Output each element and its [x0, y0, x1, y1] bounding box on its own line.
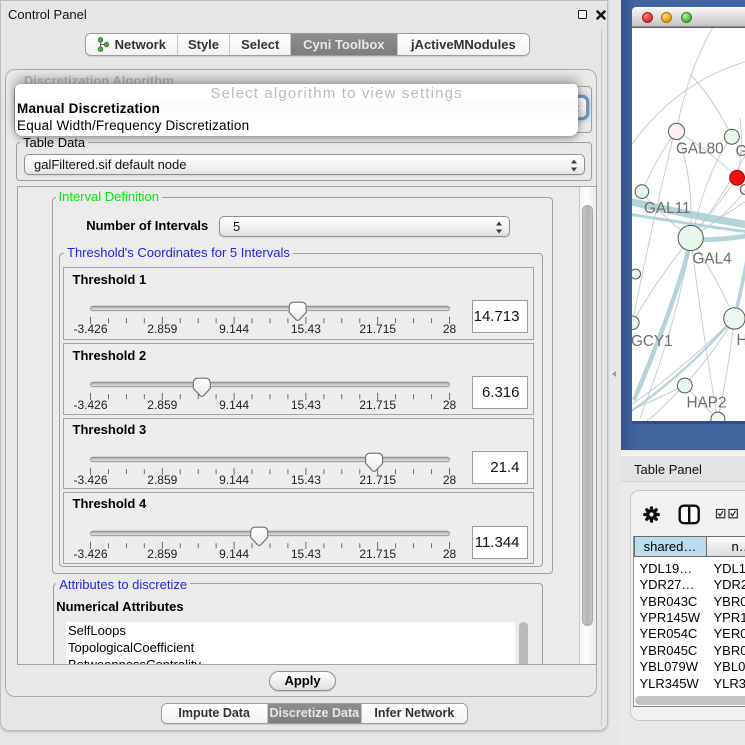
svg-text:21.715: 21.715: [359, 398, 396, 412]
svg-text:21.715: 21.715: [359, 473, 396, 487]
svg-text:28: 28: [442, 322, 456, 336]
svg-text:15.43: 15.43: [290, 398, 320, 412]
svg-text:GA: GA: [735, 143, 745, 160]
svg-text:C: C: [739, 182, 745, 199]
svg-text:HAP2: HAP2: [686, 395, 726, 412]
svg-text:GCY1: GCY1: [632, 333, 673, 350]
svg-text:28: 28: [442, 547, 456, 561]
svg-text:9.144: 9.144: [219, 398, 249, 412]
svg-text:2.859: 2.859: [147, 547, 177, 561]
svg-text:21.715: 21.715: [359, 322, 396, 336]
svg-text:28: 28: [442, 473, 456, 487]
svg-text:9.144: 9.144: [219, 473, 249, 487]
svg-text:2.859: 2.859: [147, 398, 177, 412]
svg-text:GAL11: GAL11: [644, 200, 691, 217]
svg-text:-3.426: -3.426: [73, 473, 107, 487]
svg-text:28: 28: [442, 398, 456, 412]
svg-text:15.43: 15.43: [290, 547, 320, 561]
svg-text:-3.426: -3.426: [73, 547, 107, 561]
svg-text:9.144: 9.144: [219, 322, 249, 336]
svg-text:-3.426: -3.426: [73, 322, 107, 336]
svg-text:-3.426: -3.426: [73, 398, 107, 412]
svg-text:15.43: 15.43: [290, 322, 320, 336]
svg-text:GAL4: GAL4: [692, 251, 732, 268]
svg-text:9.144: 9.144: [219, 547, 249, 561]
svg-text:15.43: 15.43: [290, 473, 320, 487]
svg-text:2.859: 2.859: [147, 473, 177, 487]
svg-text:2.859: 2.859: [147, 322, 177, 336]
svg-text:H: H: [736, 332, 745, 349]
svg-text:21.715: 21.715: [359, 547, 396, 561]
svg-text:GAL80: GAL80: [676, 141, 724, 158]
